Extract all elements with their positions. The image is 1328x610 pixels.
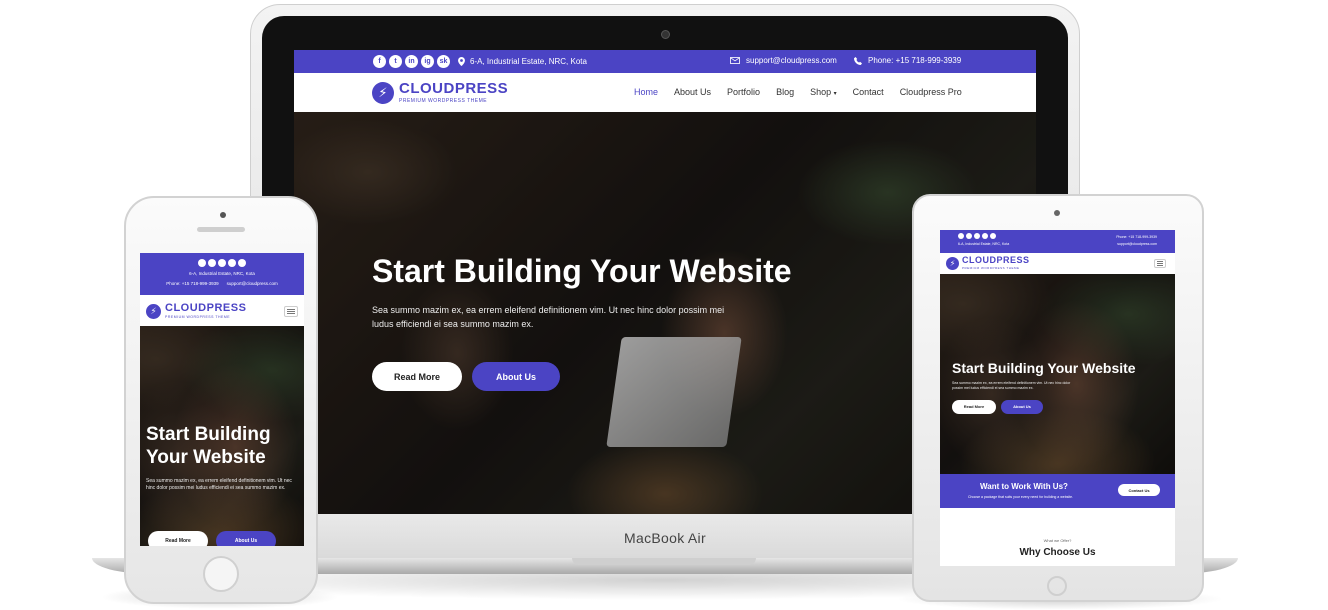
phone-speaker: [197, 227, 245, 232]
laptop-notch: [572, 558, 756, 565]
hero-description: Sea summo mazim ex, ea errem eleifend de…: [372, 305, 725, 330]
tablet-hero-buttons: Read More About Us: [952, 399, 1167, 414]
topbar-email[interactable]: support@cloudpress.com: [730, 56, 837, 65]
envelope-icon: [730, 57, 740, 64]
hero-content: Start Building Your Website Sea summo ma…: [372, 252, 892, 392]
email-text[interactable]: support@cloudpress.com: [746, 56, 837, 65]
hamburger-menu-icon[interactable]: [1154, 259, 1166, 268]
tablet-read-more-button[interactable]: Read More: [952, 399, 996, 414]
cta-description: Choose a package that suits your every n…: [968, 495, 1074, 499]
phone-email-text[interactable]: support@cloudpress.com: [227, 281, 278, 286]
tablet-logo-tagline: PREMIUM WORDPRESS THEME: [962, 266, 1020, 270]
phone-read-more-button[interactable]: Read More: [148, 531, 208, 546]
site-topbar: f t in ig sk 6-A, Industrial Estate, NRC…: [294, 50, 1036, 73]
laptop-camera: [661, 30, 670, 39]
facebook-icon[interactable]: [198, 259, 206, 267]
skype-icon[interactable]: sk: [437, 55, 450, 68]
phone-home-button[interactable]: [203, 556, 239, 592]
why-title: Why Choose Us: [1019, 547, 1096, 558]
twitter-icon[interactable]: [208, 259, 216, 267]
menu-item-portfolio[interactable]: Portfolio: [727, 87, 760, 97]
phone-site-logo[interactable]: ⚡ CLOUDPRESS PREMIUM WORDPRESS THEME: [146, 303, 246, 319]
tablet-logo-name: CLOUDPRESS: [962, 255, 1030, 265]
logo-name: CLOUDPRESS: [399, 80, 509, 97]
social-links: f t in ig sk: [373, 55, 450, 68]
caret-down-icon: ▾: [833, 91, 837, 97]
tablet-about-us-button[interactable]: About Us: [1001, 399, 1043, 414]
tablet-screen: 6-A, Industrial Estate, NRC, Kota Phone:…: [940, 230, 1175, 566]
tablet-hero: Start Building Your Website Sea summo ma…: [940, 274, 1175, 474]
twitter-icon[interactable]: [966, 233, 972, 239]
logo-bolt-icon: ⚡: [372, 81, 394, 104]
phone-topbar: 6-A, Industrial Estate, NRC, Kota Phone:…: [140, 253, 304, 295]
menu-item-cloudpress-pro[interactable]: Cloudpress Pro: [900, 87, 962, 97]
site-navbar: ⚡ CLOUDPRESS PREMIUM WORDPRESS THEME Hom…: [294, 73, 1036, 112]
phone-contact-line: Phone: +15 718-999-3939 support@cloudpre…: [140, 281, 304, 286]
read-more-button[interactable]: Read More: [372, 362, 462, 392]
tablet-phone-text[interactable]: Phone: +15 718-999-3939: [1116, 235, 1157, 239]
menu-item-about[interactable]: About Us: [674, 87, 711, 97]
topbar-phone[interactable]: Phone: +15 718-999-3939: [854, 56, 961, 65]
tablet-home-button[interactable]: [1047, 576, 1067, 596]
skype-icon[interactable]: [990, 233, 996, 239]
phone-logo-name: CLOUDPRESS: [165, 302, 247, 314]
tablet-social-icons: [958, 233, 996, 239]
site-logo[interactable]: ⚡ CLOUDPRESS PREMIUM WORDPRESS THEME: [372, 81, 508, 104]
facebook-icon[interactable]: f: [373, 55, 386, 68]
tablet-hero-content: Start Building Your Website Sea summo ma…: [952, 360, 1167, 414]
instagram-icon[interactable]: [228, 259, 236, 267]
hero-title: Start Building Your Website: [372, 253, 792, 289]
tablet-email-text[interactable]: support@cloudpress.com: [1117, 242, 1157, 246]
phone-phone-text[interactable]: Phone: +15 718-999-3939: [166, 281, 218, 286]
about-us-button[interactable]: About Us: [472, 362, 560, 392]
tablet-site-logo[interactable]: ⚡ CLOUDPRESS PREMIUM WORDPRESS THEME: [946, 256, 1030, 270]
menu-item-shop[interactable]: Shop ▾: [810, 87, 837, 97]
linkedin-icon[interactable]: in: [405, 55, 418, 68]
tablet-address: 6-A, Industrial Estate, NRC, Kota: [958, 242, 1010, 246]
phone-text[interactable]: Phone: +15 718-999-3939: [868, 56, 961, 65]
map-pin-icon: [458, 57, 465, 66]
hamburger-menu-icon[interactable]: [284, 306, 298, 317]
phone-address: 6-A, Industrial Estate, NRC, Kota: [189, 271, 255, 276]
linkedin-icon[interactable]: [974, 233, 980, 239]
logo-bolt-icon: ⚡: [946, 256, 959, 270]
logo-bolt-icon: ⚡: [146, 303, 161, 319]
phone-camera: [220, 212, 226, 218]
phone-hero: Start Building Your Website Sea summo maz…: [140, 326, 304, 546]
phone-logo-tagline: PREMIUM WORDPRESS THEME: [165, 315, 231, 319]
logo-tagline: PREMIUM WORDPRESS THEME: [399, 98, 488, 104]
skype-icon[interactable]: [238, 259, 246, 267]
main-menu: Home About Us Portfolio Blog Shop ▾ Cont…: [634, 87, 962, 97]
address-text: 6-A, Industrial Estate, NRC, Kota: [470, 57, 587, 66]
tablet-cta-section: Want to Work With Us? Choose a package t…: [940, 474, 1175, 508]
tablet-hero-description: Sea summo mazim ex, ea errem eleifend de…: [952, 380, 1071, 391]
tablet-hero-title: Start Building Your Website: [952, 360, 1136, 376]
phone-about-us-button[interactable]: About Us: [216, 531, 276, 546]
topbar-address: 6-A, Industrial Estate, NRC, Kota: [458, 57, 587, 66]
hero-buttons: Read More About Us: [372, 362, 892, 392]
phone-social-icons: [140, 259, 304, 267]
phone-hero-description: Sea summo mazim ex, ea errem eleifend de…: [146, 477, 292, 492]
menu-item-blog[interactable]: Blog: [776, 87, 794, 97]
tablet-topbar: 6-A, Industrial Estate, NRC, Kota Phone:…: [940, 230, 1175, 253]
menu-item-contact[interactable]: Contact: [853, 87, 884, 97]
phone-hero-title: Start Building Your Website: [146, 424, 271, 468]
why-kicker: What we Offer?: [1043, 538, 1072, 543]
phone-icon: [854, 56, 862, 65]
tablet-why-section: What we Offer? Why Choose Us: [940, 538, 1175, 558]
facebook-icon[interactable]: [958, 233, 964, 239]
twitter-icon[interactable]: t: [389, 55, 402, 68]
linkedin-icon[interactable]: [218, 259, 226, 267]
phone-screen: 6-A, Industrial Estate, NRC, Kota Phone:…: [140, 253, 304, 546]
laptop-brand-label: MacBook Air: [624, 530, 706, 546]
instagram-icon[interactable]: [982, 233, 988, 239]
tablet-camera: [1054, 210, 1060, 216]
phone-hero-content: Start Building Your Website Sea summo maz…: [146, 424, 296, 493]
menu-item-home[interactable]: Home: [634, 87, 658, 97]
cta-contact-button[interactable]: Contact Us: [1118, 484, 1160, 496]
cta-title: Want to Work With Us?: [980, 482, 1068, 491]
phone-hero-buttons: Read More About Us: [148, 531, 276, 546]
instagram-icon[interactable]: ig: [421, 55, 434, 68]
